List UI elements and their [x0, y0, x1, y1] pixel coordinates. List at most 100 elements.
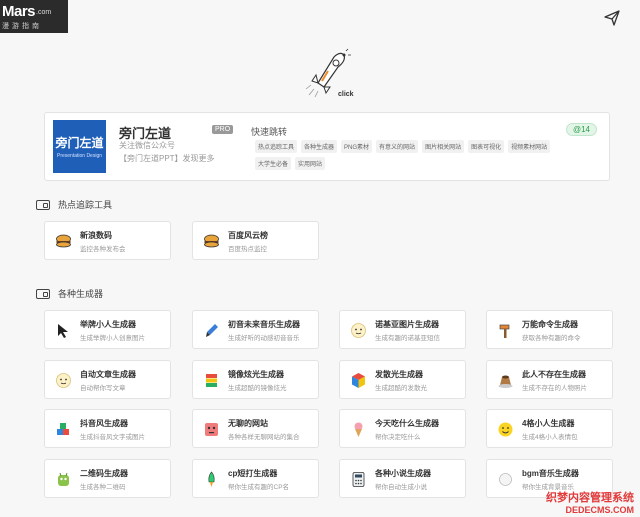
profile-image[interactable]: 旁门左道 Presentation Design: [53, 120, 106, 173]
tool-card-description: 各种各样无聊网站的集合: [228, 434, 300, 441]
tool-card[interactable]: 诺基亚图片生成器 生成有趣的诺基亚短信: [339, 310, 466, 349]
profile-discover-text: 【旁门左道PPT】发现更多: [119, 154, 215, 163]
quick-jump-tag[interactable]: 图表可视化: [468, 140, 505, 153]
hammer-icon: [497, 322, 514, 339]
wallet-icon: [36, 288, 50, 299]
circle-icon: [497, 471, 514, 488]
section-header-generators: 各种生成器: [36, 287, 103, 300]
tool-card-description: 生成抖音风文字或图片: [80, 434, 145, 441]
quick-jump-tag[interactable]: 图片相关网站: [422, 140, 465, 153]
tool-card-description: 生成举牌小人创意图片: [80, 335, 145, 342]
hero-caption: click: [338, 91, 354, 98]
tool-card-title: 镜像炫光生成器: [228, 370, 284, 379]
tool-card-title: 无聊的网站: [228, 419, 268, 428]
tool-card[interactable]: 初音未来音乐生成器 生成好听的动感初音音乐: [192, 310, 319, 349]
tool-card-description: 监控各种发布会: [80, 246, 126, 253]
tool-card[interactable]: 百度风云榜百度热点监控: [192, 221, 319, 260]
tool-card-description: 生成4格小人表情包: [522, 434, 578, 441]
burger-icon: [203, 233, 220, 250]
rocket-icon: [305, 48, 351, 98]
tool-card[interactable]: 镜像炫光生成器 生成超酷的镜像炫光: [192, 360, 319, 399]
cube-icon: [350, 372, 367, 389]
tool-card[interactable]: 举牌小人生成器生成举牌小人创意图片: [44, 310, 171, 349]
tool-card-title: 4格小人生成器: [522, 419, 575, 428]
robot-icon: [203, 421, 220, 438]
tool-card-title: 各种小说生成器: [375, 469, 431, 478]
rocket-icon: [203, 471, 220, 488]
section-title-generators: 各种生成器: [58, 289, 104, 299]
tool-card-title: 举牌小人生成器: [80, 320, 136, 329]
logo-brand: Mars: [2, 3, 36, 20]
profile-image-subtitle: Presentation Design: [56, 153, 103, 159]
tool-card-description: 生成好听的动感初音音乐: [228, 335, 300, 342]
tool-card-title: 二维码生成器: [80, 469, 128, 478]
tool-card-description: 获取各种有趣的命令: [522, 335, 581, 342]
tool-card[interactable]: cp短打生成器帮你生成有趣的CP名: [192, 459, 319, 498]
tool-card-title: bgm音乐生成器: [522, 469, 579, 478]
tool-card[interactable]: 无聊的网站各种各样无聊网站的集合: [192, 409, 319, 448]
tool-card-description: 生成各种二维码: [80, 484, 126, 491]
section-title-hot: 热点追踪工具: [58, 200, 113, 210]
tool-card-description: 帮你决定吃什么: [375, 434, 421, 441]
logo-subtitle: 漫游指南: [2, 23, 42, 30]
brush-icon: [203, 322, 220, 339]
tool-card-title: 新浪数码: [80, 231, 112, 240]
tool-card[interactable]: 各种小说生成器 帮你自动生成小说: [339, 459, 466, 498]
watermark-line1: 织梦内容管理系统: [546, 492, 634, 504]
quick-jump-tag[interactable]: PNG素材: [341, 140, 373, 153]
tool-card-title: 此人不存在生成器: [522, 370, 586, 379]
tool-card-title: 自动文章生成器: [80, 370, 136, 379]
tool-card[interactable]: 万能命令生成器 获取各种有趣的命令: [486, 310, 613, 349]
tool-card-title: 万能命令生成器: [522, 320, 578, 329]
quick-jump-tag[interactable]: 各种生成器: [301, 140, 338, 153]
quick-jump-tag[interactable]: 实用网站: [295, 157, 326, 170]
quick-jump-tag[interactable]: 大学生必备: [255, 157, 292, 170]
cursor-icon: [55, 322, 72, 339]
watermark-line2: DEDECMS.COM: [565, 505, 634, 515]
tool-card[interactable]: 今天吃什么生成器 帮你决定吃什么: [339, 409, 466, 448]
profile-follow-text: 关注微信公众号: [119, 141, 175, 150]
logo-domain: .com: [36, 9, 52, 16]
tool-card[interactable]: 自动文章生成器 自动帮你写文章: [44, 360, 171, 399]
section-header-hot: 热点追踪工具: [36, 198, 112, 211]
wallet-icon: [36, 199, 50, 210]
site-logo[interactable]: Mars .com 漫游指南: [0, 0, 68, 33]
quick-jump-tag[interactable]: 视频素材网站: [508, 140, 551, 153]
quick-jump-tag[interactable]: 有意义的网站: [376, 140, 419, 153]
tool-card-title: 发散光生成器: [375, 370, 423, 379]
tool-card-title: 诺基亚图片生成器: [375, 320, 439, 329]
send-icon[interactable]: [604, 10, 620, 26]
tool-card-description: 生成有趣的诺基亚短信: [375, 335, 440, 342]
tool-card[interactable]: 发散光生成器 生成超酷的发散光: [339, 360, 466, 399]
tool-card[interactable]: 抖音风生成器生成抖音风文字或图片: [44, 409, 171, 448]
quick-jump-label: 快速跳转: [251, 127, 288, 137]
tool-card-description: 帮你生成有趣的CP名: [228, 484, 290, 491]
smile-icon: [497, 421, 514, 438]
tool-card-description: 生成不存在的人物照片: [522, 385, 587, 392]
count-value: 14: [581, 125, 590, 134]
tool-card-title: cp短打生成器: [228, 469, 278, 478]
tool-card-title: 百度风云榜: [228, 231, 268, 240]
count-badge[interactable]: @14: [565, 123, 597, 136]
tool-card-description: 自动帮你写文章: [80, 385, 126, 392]
tool-card-description: 生成超酷的镜像炫光: [228, 385, 287, 392]
tool-card-description: 生成超酷的发散光: [375, 385, 427, 392]
tool-card-title: 初音未来音乐生成器: [228, 320, 300, 329]
tool-card[interactable]: 4格小人生成器 生成4格小人表情包: [486, 409, 613, 448]
hero-rocket-illustration[interactable]: click: [300, 45, 360, 100]
face-icon: [350, 322, 367, 339]
quick-jump-tag[interactable]: 热点追踪工具: [255, 140, 298, 153]
profile-image-title: 旁门左道: [55, 136, 104, 150]
pudding-icon: [497, 372, 514, 389]
tool-card-description: 百度热点监控: [228, 246, 267, 253]
face-icon: [55, 372, 72, 389]
tool-card-title: 抖音风生成器: [80, 419, 128, 428]
burger-icon: [55, 233, 72, 250]
watermark: 织梦内容管理系统 DEDECMS.COM: [546, 489, 634, 515]
pro-badge: PRO: [212, 125, 234, 134]
tool-card[interactable]: 新浪数码监控各种发布会: [44, 221, 171, 260]
stack-icon: [203, 372, 220, 389]
tool-card[interactable]: 二维码生成器 生成各种二维码: [44, 459, 171, 498]
profile-card: 旁门左道 Presentation Design 旁门左道 PRO 关注微信公众…: [44, 112, 610, 181]
tool-card[interactable]: 此人不存在生成器 生成不存在的人物照片: [486, 360, 613, 399]
